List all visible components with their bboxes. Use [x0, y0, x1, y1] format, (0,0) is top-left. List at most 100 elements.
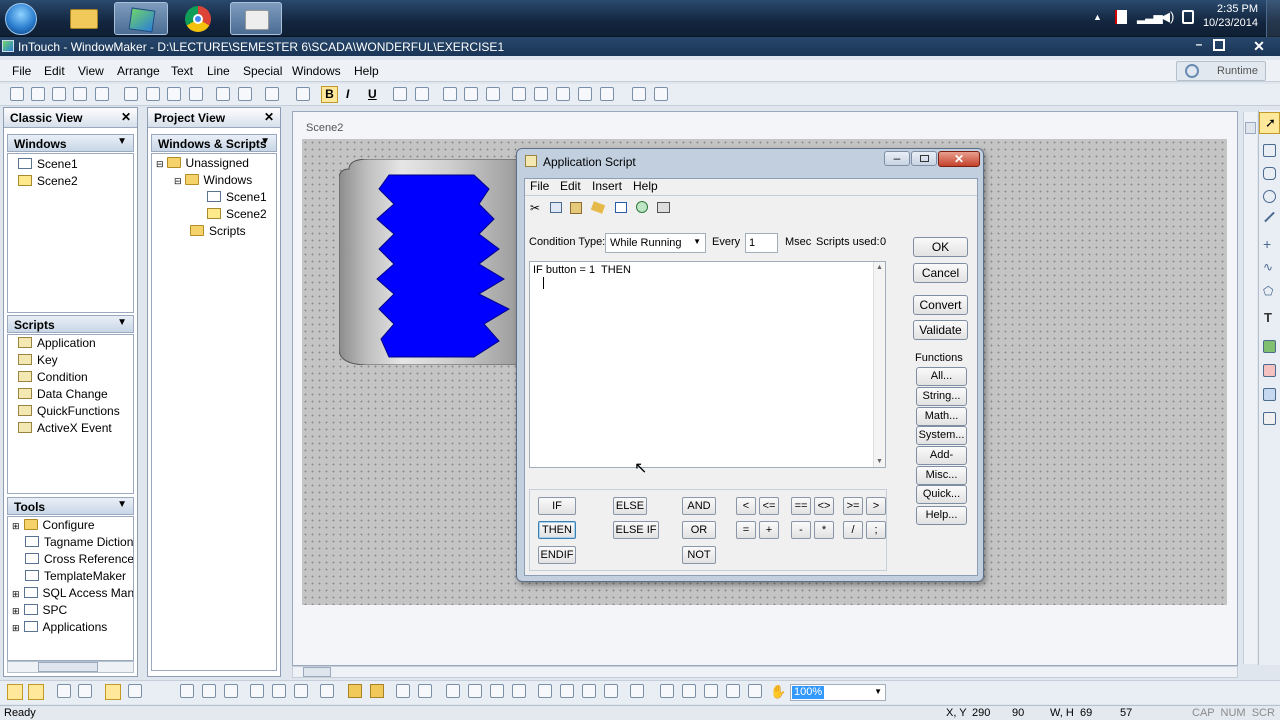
- validate-button[interactable]: Validate: [913, 320, 968, 340]
- button-tool-icon[interactable]: [1263, 364, 1276, 377]
- eq-button[interactable]: ==: [791, 497, 811, 515]
- windows-section-header[interactable]: Windows ▼: [7, 134, 134, 152]
- rotate-counterclockwise-icon[interactable]: [560, 684, 574, 698]
- endif-button[interactable]: ENDIF: [538, 546, 576, 564]
- every-input[interactable]: [745, 233, 778, 253]
- tray-arrow-icon[interactable]: ▲: [1093, 12, 1102, 22]
- italic-icon[interactable]: I: [346, 87, 349, 101]
- semicolon-button[interactable]: ;: [866, 521, 886, 539]
- multiply-button[interactable]: *: [814, 521, 834, 539]
- menu-view[interactable]: View: [78, 64, 104, 78]
- rotate-clockwise-icon[interactable]: [538, 684, 552, 698]
- dialog-menu-insert[interactable]: Insert: [592, 179, 622, 193]
- ne-button[interactable]: <>: [814, 497, 834, 515]
- divide-button[interactable]: /: [843, 521, 863, 539]
- ge-button[interactable]: >=: [843, 497, 863, 515]
- assign-button[interactable]: =: [736, 521, 756, 539]
- open-window-icon[interactable]: [31, 87, 45, 101]
- script-editor[interactable]: IF button = 1 THEN ▲ ▼: [529, 261, 886, 468]
- not-button[interactable]: NOT: [682, 546, 716, 564]
- if-button[interactable]: IF: [538, 497, 576, 515]
- tools-section-header[interactable]: Tools ▼: [7, 497, 134, 515]
- and-button[interactable]: AND: [682, 497, 716, 515]
- menu-edit[interactable]: Edit: [44, 64, 65, 78]
- align-bottom-objects-icon[interactable]: [294, 684, 308, 698]
- polyline-tool-icon[interactable]: ∿: [1263, 260, 1273, 274]
- pointer-tool-icon[interactable]: ➚: [1259, 112, 1280, 134]
- ruler-icon[interactable]: [128, 684, 142, 698]
- tree-item-scene1[interactable]: Scene1: [207, 189, 267, 206]
- align-top-objects-icon[interactable]: [250, 684, 264, 698]
- gt-button[interactable]: >: [866, 497, 886, 515]
- clock[interactable]: 2:35 PM 10/23/2014: [1200, 3, 1258, 29]
- chrome-taskbar-icon[interactable]: [172, 2, 226, 35]
- text-color-icon[interactable]: [556, 87, 570, 101]
- select-icon[interactable]: [124, 87, 138, 101]
- fill-color-icon[interactable]: [534, 87, 548, 101]
- volume-icon[interactable]: ◀): [1160, 9, 1174, 25]
- menu-arrange[interactable]: Arrange: [117, 64, 160, 78]
- tree-item-scene2[interactable]: Scene2: [18, 173, 123, 190]
- horizontal-scrollbar[interactable]: [7, 661, 134, 673]
- make-symbol-icon[interactable]: [348, 684, 362, 698]
- maximize-button[interactable]: [1213, 39, 1225, 51]
- lt-button[interactable]: <: [736, 497, 756, 515]
- font-icon[interactable]: [296, 87, 310, 101]
- zoom-out-icon[interactable]: [682, 684, 696, 698]
- condition-type-select[interactable]: While Running ▼: [605, 233, 706, 253]
- network-icon[interactable]: ▂▃▅: [1137, 10, 1163, 24]
- script-item-activex-event[interactable]: ActiveX Event: [18, 420, 123, 437]
- text-tool-icon[interactable]: T: [1264, 310, 1272, 325]
- script-item-condition[interactable]: Condition: [18, 369, 123, 386]
- le-button[interactable]: <=: [759, 497, 779, 515]
- tool-item-sql-access[interactable]: ⊞ SQL Access Mana: [12, 585, 133, 602]
- functions-string-button[interactable]: String...: [916, 387, 967, 406]
- minus-button[interactable]: -: [791, 521, 811, 539]
- zoom-in-icon[interactable]: [660, 684, 674, 698]
- break-symbol-icon[interactable]: [370, 684, 384, 698]
- menu-file[interactable]: File: [12, 64, 31, 78]
- convert-button[interactable]: Convert: [913, 295, 968, 315]
- zoom-normal-icon[interactable]: [748, 684, 762, 698]
- else-button[interactable]: ELSE: [613, 497, 647, 515]
- tool-item-applications[interactable]: ⊞ Applications: [12, 619, 129, 636]
- scripts-section-header[interactable]: Scripts ▼: [7, 315, 134, 333]
- make-cell-icon[interactable]: [446, 684, 460, 698]
- app-taskbar-icon[interactable]: [230, 2, 282, 35]
- align-middle-objects-icon[interactable]: [272, 684, 286, 698]
- polygon-tool-icon[interactable]: ⬠: [1263, 284, 1273, 298]
- align-left-icon[interactable]: [443, 87, 457, 101]
- new-window-icon[interactable]: [10, 87, 24, 101]
- tag-icon[interactable]: [590, 201, 606, 214]
- bold-icon[interactable]: B: [321, 86, 338, 103]
- project-view-close-icon[interactable]: ✕: [264, 110, 274, 124]
- break-cell-icon[interactable]: [468, 684, 482, 698]
- bitmap-tool-icon[interactable]: [1263, 340, 1276, 353]
- save-icon[interactable]: [73, 87, 87, 101]
- print-icon[interactable]: [265, 87, 279, 101]
- plus-button[interactable]: +: [759, 521, 779, 539]
- then-button[interactable]: THEN: [538, 521, 576, 539]
- script-item-data-change[interactable]: Data Change: [18, 386, 123, 403]
- print-icon[interactable]: [657, 202, 670, 213]
- font-smaller-icon[interactable]: [393, 87, 407, 101]
- functions-all-button[interactable]: All...: [916, 367, 967, 386]
- tool-item-tagname-dictionary[interactable]: Tagname Dictiona: [12, 534, 133, 551]
- script-item-key[interactable]: Key: [18, 352, 123, 369]
- editor-scrollbar[interactable]: ▲ ▼: [873, 262, 885, 467]
- battery-icon[interactable]: [1182, 10, 1194, 24]
- explorer-taskbar-icon[interactable]: [56, 2, 110, 35]
- functions-help-button[interactable]: Help...: [916, 506, 967, 525]
- tree-item-scripts-folder[interactable]: Scripts: [190, 223, 246, 240]
- dialog-menu-file[interactable]: File: [530, 179, 549, 193]
- menu-windows[interactable]: Windows: [292, 64, 341, 78]
- space-vertical-icon[interactable]: [418, 684, 432, 698]
- ellipse-tool-icon[interactable]: [1263, 190, 1276, 203]
- action-center-flag-icon[interactable]: [1115, 10, 1127, 24]
- menu-help[interactable]: Help: [354, 64, 379, 78]
- tree-item-unassigned[interactable]: ⊟ Unassigned: [156, 155, 249, 172]
- save-all-icon[interactable]: [95, 87, 109, 101]
- menu-special[interactable]: Special: [243, 64, 282, 78]
- minimize-button[interactable]: –: [1190, 37, 1208, 56]
- close-button[interactable]: ✕: [1250, 38, 1268, 56]
